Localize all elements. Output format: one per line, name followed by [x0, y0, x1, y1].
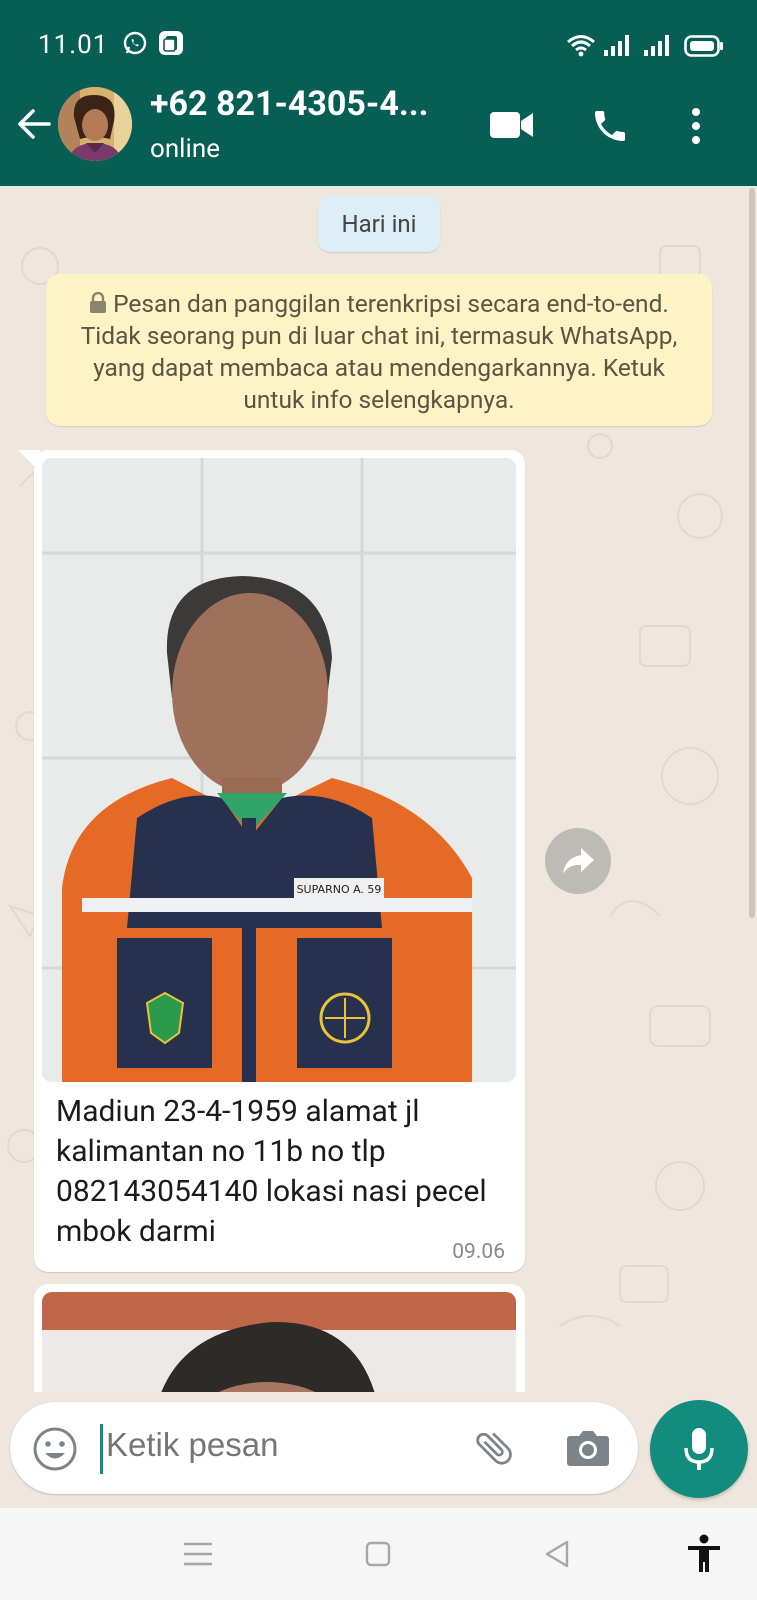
status-time: 11.01 — [38, 30, 109, 60]
app-icon — [159, 31, 183, 55]
system-nav-bar — [0, 1508, 757, 1600]
mic-button[interactable] — [650, 1400, 748, 1498]
message-photo[interactable] — [42, 1292, 516, 1392]
scrollbar[interactable] — [749, 188, 755, 918]
contact-name[interactable]: +62 821-4305-4... — [150, 84, 428, 124]
attach-icon[interactable] — [472, 1426, 516, 1470]
video-call-icon[interactable] — [490, 110, 534, 140]
accessibility-icon[interactable] — [686, 1534, 722, 1574]
forward-icon — [563, 848, 594, 874]
lock-icon — [90, 291, 107, 313]
chat-area[interactable]: Hari ini Pesan dan panggilan terenkripsi… — [0, 186, 757, 1392]
phone-icon[interactable] — [590, 106, 630, 146]
status-bar: 11.01 — [0, 0, 757, 66]
encryption-notice-text: Pesan dan panggilan terenkripsi secara e… — [80, 289, 678, 414]
image-message[interactable] — [34, 1284, 525, 1392]
wifi-icon — [567, 35, 595, 57]
message-photo[interactable]: SUPARNO A. 59 — [42, 458, 516, 1082]
nav-back-icon[interactable] — [544, 1540, 570, 1568]
forward-button[interactable] — [545, 828, 611, 894]
more-vert-icon[interactable] — [688, 106, 704, 146]
contact-status: online — [150, 134, 220, 164]
emoji-icon[interactable] — [32, 1426, 78, 1472]
signal-icon — [644, 35, 669, 56]
encryption-notice[interactable]: Pesan dan panggilan terenkripsi secara e… — [46, 274, 712, 426]
avatar[interactable] — [58, 87, 132, 161]
whatsapp-icon — [123, 31, 147, 55]
home-icon[interactable] — [365, 1541, 391, 1567]
camera-icon[interactable] — [566, 1428, 610, 1468]
message-caption: Madiun 23-4-1959 alamat jl kalimantan no… — [56, 1094, 487, 1249]
message-input[interactable] — [106, 1426, 436, 1464]
date-chip: Hari ini — [318, 196, 440, 252]
battery-icon — [684, 35, 723, 57]
message-composer — [10, 1402, 638, 1494]
image-message[interactable]: SUPARNO A. 59 Madiun 23-4-1959 alamat jl… — [18, 450, 525, 1272]
text-cursor — [100, 1424, 103, 1474]
signal-icon — [604, 35, 629, 56]
mic-icon — [684, 1428, 714, 1470]
chat-header: +62 821-4305-4... online — [0, 66, 757, 186]
recent-apps-icon[interactable] — [184, 1542, 212, 1566]
photo-name-tag: SUPARNO A. 59 — [297, 883, 382, 896]
message-time: 09.06 — [452, 1240, 505, 1264]
back-arrow-icon[interactable] — [16, 106, 52, 142]
